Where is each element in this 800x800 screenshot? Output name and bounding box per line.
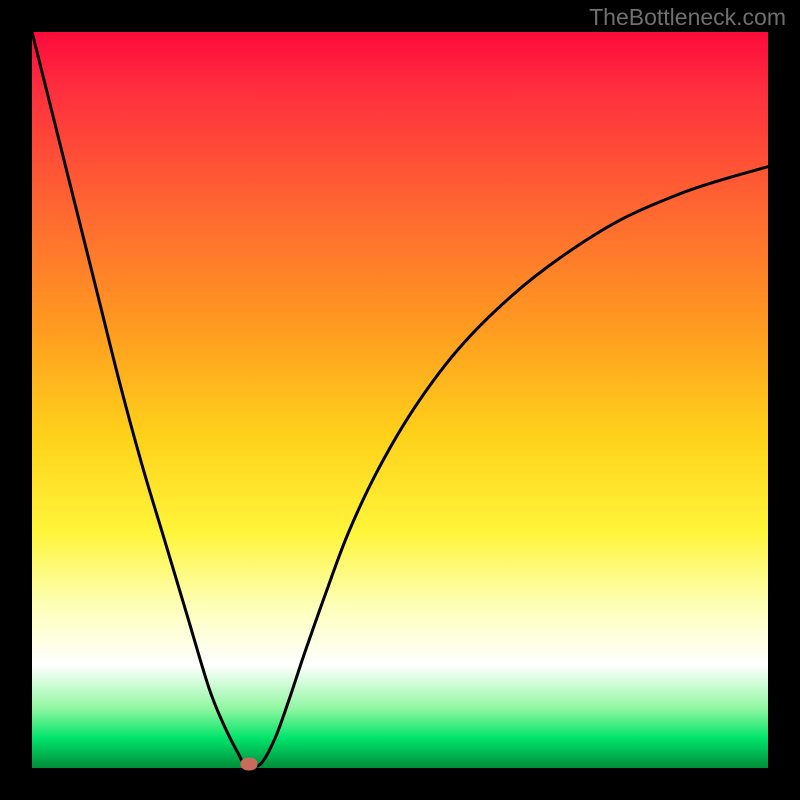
watermark-text: TheBottleneck.com [589, 4, 786, 31]
chart-frame: TheBottleneck.com [0, 0, 800, 800]
chart-line [32, 32, 768, 767]
min-marker-icon [241, 758, 258, 771]
chart-svg [32, 32, 768, 768]
